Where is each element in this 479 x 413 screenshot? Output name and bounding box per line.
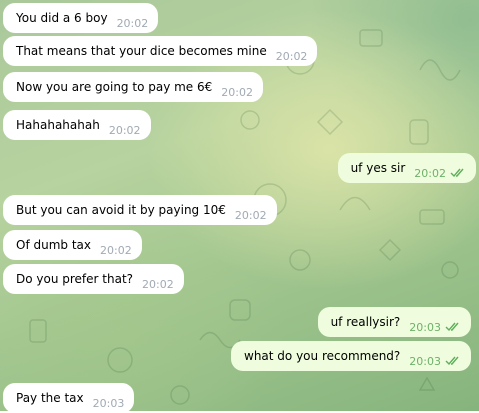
message-time: 20:02 <box>414 166 446 180</box>
message-text: Pay the tax <box>16 391 84 405</box>
message-text: You did a 6 boy <box>16 11 108 25</box>
message-text: Hahahahahah <box>16 118 100 132</box>
message-text: uf yes sir <box>350 161 406 175</box>
message-bubble-incoming[interactable]: Hahahahahah 20:02 <box>3 110 151 140</box>
message-text: Do you prefer that? <box>16 272 134 286</box>
message-bubble-outgoing[interactable]: uf reallysir? 20:03 <box>317 307 471 337</box>
message-time: 20:02 <box>100 243 132 257</box>
message-bubble-incoming[interactable]: Of dumb tax 20:02 <box>3 230 142 260</box>
message-bubble-outgoing[interactable]: what do you recommend? 20:03 <box>231 341 471 371</box>
message-bubble-incoming[interactable]: That means that your dice becomes mine 2… <box>3 36 318 66</box>
message-time: 20:02 <box>116 16 149 30</box>
message-text: But you can avoid it by paying 10€ <box>16 203 226 217</box>
message-time: 20:03 <box>92 396 125 410</box>
message-time: 20:03 <box>409 354 441 368</box>
message-time: 20:02 <box>234 208 267 222</box>
message-bubble-incoming[interactable]: You did a 6 boy 20:02 <box>3 3 159 33</box>
message-time: 20:02 <box>142 277 174 291</box>
message-time: 20:02 <box>221 85 253 99</box>
message-text: uf reallysir? <box>330 315 401 329</box>
message-bubble-incoming[interactable]: But you can avoid it by paying 10€ 20:02 <box>3 195 277 225</box>
message-bubble-incoming[interactable]: Do you prefer that? 20:02 <box>3 264 184 294</box>
message-text: what do you recommend? <box>244 349 401 363</box>
message-bubble-incoming[interactable]: Pay the tax 20:03 <box>3 383 135 413</box>
message-text: Of dumb tax <box>16 238 91 252</box>
message-bubble-incoming[interactable]: Now you are going to pay me 6€ 20:02 <box>3 72 263 102</box>
message-time: 20:02 <box>275 49 308 63</box>
message-text: Now you are going to pay me 6€ <box>16 80 213 94</box>
read-checkmarks-icon <box>445 322 461 332</box>
read-checkmarks-icon <box>450 168 466 178</box>
message-time: 20:03 <box>409 320 441 334</box>
message-text: That means that your dice becomes mine <box>16 44 267 58</box>
read-checkmarks-icon <box>445 356 461 366</box>
message-bubble-outgoing[interactable]: uf yes sir 20:02 <box>337 153 476 183</box>
message-time: 20:02 <box>108 123 141 137</box>
